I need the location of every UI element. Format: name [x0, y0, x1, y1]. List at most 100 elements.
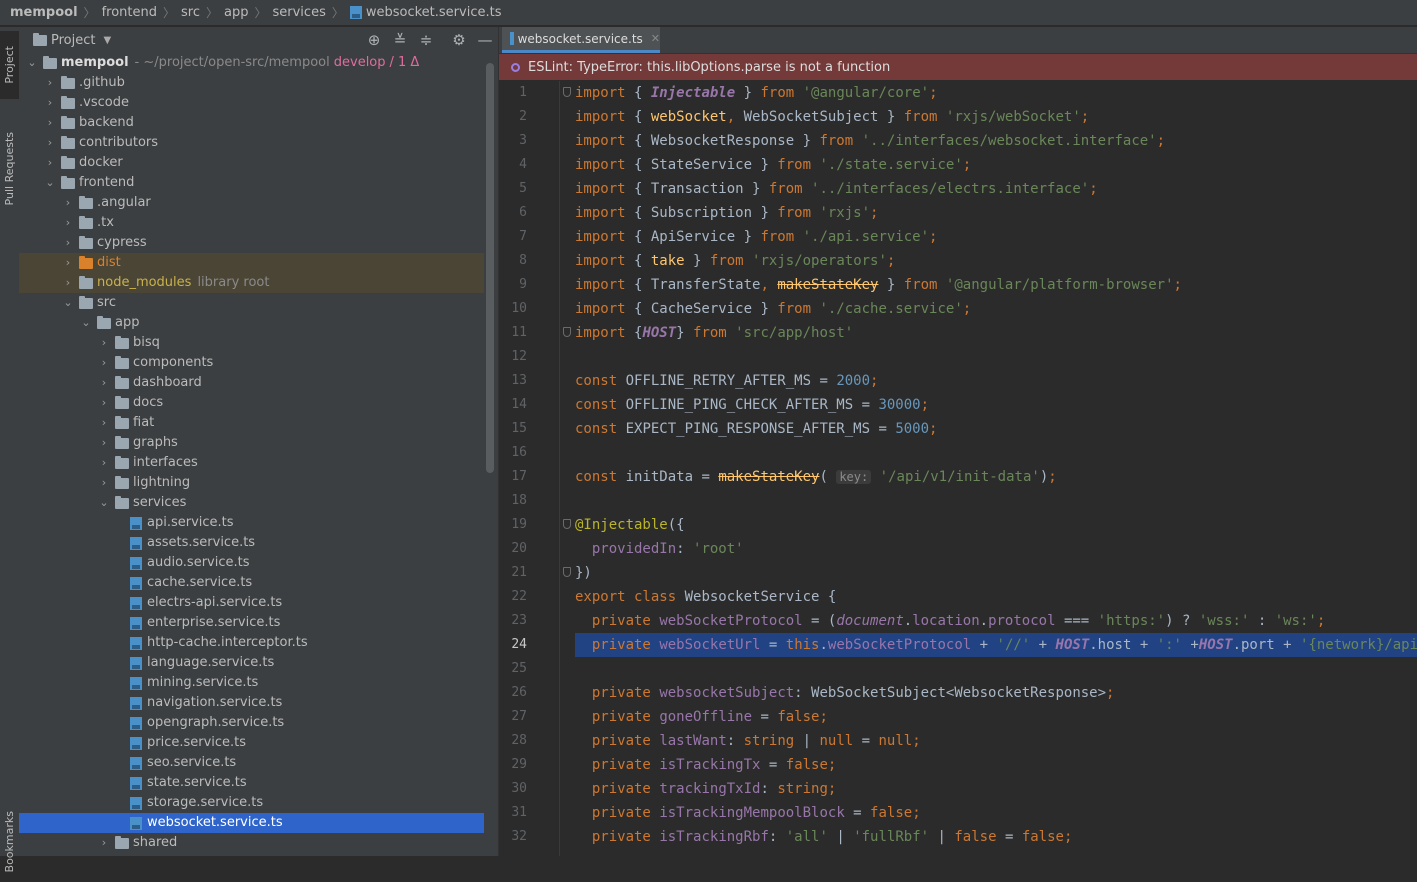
tool-tab-bookmarks[interactable]: Bookmarks: [0, 802, 19, 882]
chevron-right-icon[interactable]: ›: [61, 253, 75, 273]
line-number[interactable]: 10: [499, 297, 527, 321]
line-number[interactable]: 13: [499, 369, 527, 393]
breadcrumb-item-frontend[interactable]: frontend: [102, 5, 157, 20]
code-line[interactable]: 13 const OFFLINE_RETRY_AFTER_MS = 2000;: [499, 369, 1417, 393]
tree-folder-item[interactable]: › interfaces: [19, 453, 484, 473]
code-line[interactable]: 10 import { CacheService } from './cache.…: [499, 297, 1417, 321]
tree-folder-item[interactable]: ⌄ frontend: [19, 173, 484, 193]
line-number[interactable]: 12: [499, 345, 527, 369]
tree-root-mempool[interactable]: ⌄ mempool - ~/project/open-src/mempool d…: [19, 53, 484, 73]
chevron-right-icon[interactable]: ›: [61, 273, 75, 293]
code-line[interactable]: 14 const OFFLINE_PING_CHECK_AFTER_MS = 30…: [499, 393, 1417, 417]
chevron-down-icon[interactable]: ⌄: [97, 493, 111, 513]
tree-folder-item[interactable]: ⌄ services: [19, 493, 484, 513]
tree-folder-item[interactable]: › graphs: [19, 433, 484, 453]
line-number[interactable]: 11: [499, 321, 527, 345]
line-number[interactable]: 21: [499, 561, 527, 585]
code-line[interactable]: 5 import { Transaction } from '../interfa…: [499, 177, 1417, 201]
line-number[interactable]: 9: [499, 273, 527, 297]
tree-folder-item[interactable]: › dashboard: [19, 373, 484, 393]
tree-file-item[interactable]: seo.service.ts: [19, 753, 484, 773]
line-number[interactable]: 25: [499, 657, 527, 681]
code-line[interactable]: 24 private webSocketUrl = this.webSocket…: [499, 633, 1417, 657]
code-line[interactable]: 3 import { WebsocketResponse } from '../i…: [499, 129, 1417, 153]
breadcrumb-item-app[interactable]: app: [224, 5, 248, 20]
tree-folder-item[interactable]: › docs: [19, 393, 484, 413]
line-number[interactable]: 15: [499, 417, 527, 441]
code-line[interactable]: 26 private websocketSubject: WebSocketSu…: [499, 681, 1417, 705]
code-line[interactable]: 19 @Injectable({: [499, 513, 1417, 537]
tree-file-item[interactable]: navigation.service.ts: [19, 693, 484, 713]
tree-file-item[interactable]: electrs-api.service.ts: [19, 593, 484, 613]
tool-tab-project[interactable]: Project: [0, 31, 19, 99]
code-line[interactable]: 8 import { take } from 'rxjs/operators';: [499, 249, 1417, 273]
project-panel-title[interactable]: Project: [51, 33, 95, 48]
code-line[interactable]: 23 private webSocketProtocol = (document…: [499, 609, 1417, 633]
line-number[interactable]: 18: [499, 489, 527, 513]
chevron-right-icon[interactable]: ›: [97, 373, 111, 393]
tree-folder-item[interactable]: › .angular: [19, 193, 484, 213]
expand-all-icon[interactable]: ≚: [390, 30, 410, 50]
code-line[interactable]: 1 import { Injectable } from '@angular/co…: [499, 81, 1417, 105]
minimize-icon[interactable]: —: [475, 30, 495, 50]
code-line[interactable]: 2 import { webSocket, WebSocketSubject } …: [499, 105, 1417, 129]
code-line[interactable]: 21}): [499, 561, 1417, 585]
chevron-right-icon[interactable]: ›: [43, 113, 57, 133]
tree-folder-item[interactable]: › .github: [19, 73, 484, 93]
chevron-right-icon[interactable]: ›: [43, 73, 57, 93]
code-line[interactable]: 7 import { ApiService } from './api.servi…: [499, 225, 1417, 249]
line-number[interactable]: 26: [499, 681, 527, 705]
project-scrollbar[interactable]: [486, 63, 494, 473]
tree-file-item[interactable]: api.service.ts: [19, 513, 484, 533]
code-line[interactable]: 29 private isTrackingTx = false;: [499, 753, 1417, 777]
code-line[interactable]: 20 providedIn: 'root': [499, 537, 1417, 561]
gear-icon[interactable]: ⚙: [449, 30, 469, 50]
line-number[interactable]: 24: [499, 633, 527, 657]
tree-folder-item[interactable]: › node_modules library root: [19, 273, 484, 293]
code-line[interactable]: 11 import {HOST} from 'src/app/host': [499, 321, 1417, 345]
code-line[interactable]: 16: [499, 441, 1417, 465]
code-line[interactable]: 17 const initData = makeStateKey( key: '/…: [499, 465, 1417, 489]
line-number[interactable]: 22: [499, 585, 527, 609]
view-selector-chevron-down-icon[interactable]: ▼: [103, 35, 111, 46]
chevron-right-icon[interactable]: ›: [97, 413, 111, 433]
tree-folder-item[interactable]: › bisq: [19, 333, 484, 353]
tree-folder-item[interactable]: ⌄ app: [19, 313, 484, 333]
tree-file-item[interactable]: storage.service.ts: [19, 793, 484, 813]
code-line[interactable]: 27 private goneOffline = false;: [499, 705, 1417, 729]
code-line[interactable]: 12: [499, 345, 1417, 369]
tree-folder-item[interactable]: › dist: [19, 253, 484, 273]
breadcrumb-item-services[interactable]: services: [273, 5, 326, 20]
tree-file-item[interactable]: language.service.ts: [19, 653, 484, 673]
close-icon[interactable]: ✕: [651, 32, 660, 45]
tool-tab-pull-requests[interactable]: Pull Requests: [0, 109, 19, 229]
line-number[interactable]: 5: [499, 177, 527, 201]
code-line[interactable]: 4 import { StateService } from './state.s…: [499, 153, 1417, 177]
code-line[interactable]: 32 private isTrackingRbf: 'all' | 'fullR…: [499, 825, 1417, 849]
line-number[interactable]: 28: [499, 729, 527, 753]
chevron-down-icon[interactable]: ⌄: [79, 313, 93, 333]
tree-file-item[interactable]: state.service.ts: [19, 773, 484, 793]
fold-marker-icon[interactable]: [563, 87, 571, 97]
line-number[interactable]: 29: [499, 753, 527, 777]
tree-file-item[interactable]: http-cache.interceptor.ts: [19, 633, 484, 653]
fold-marker-icon[interactable]: [563, 567, 571, 577]
chevron-right-icon[interactable]: ›: [43, 93, 57, 113]
tree-file-item[interactable]: enterprise.service.ts: [19, 613, 484, 633]
code-line[interactable]: 22 export class WebsocketService {: [499, 585, 1417, 609]
chevron-right-icon[interactable]: ›: [61, 193, 75, 213]
tree-folder-item[interactable]: › lightning: [19, 473, 484, 493]
breadcrumb-item-mempool[interactable]: mempool: [10, 5, 78, 20]
line-number[interactable]: 1: [499, 81, 527, 105]
code-line[interactable]: 30 private trackingTxId: string;: [499, 777, 1417, 801]
tree-folder-item[interactable]: › fiat: [19, 413, 484, 433]
line-number[interactable]: 19: [499, 513, 527, 537]
chevron-right-icon[interactable]: ›: [97, 333, 111, 353]
code-line[interactable]: 25: [499, 657, 1417, 681]
line-number[interactable]: 31: [499, 801, 527, 825]
chevron-down-icon[interactable]: ⌄: [61, 293, 75, 313]
line-number[interactable]: 23: [499, 609, 527, 633]
chevron-right-icon[interactable]: ›: [43, 133, 57, 153]
line-number[interactable]: 27: [499, 705, 527, 729]
line-number[interactable]: 2: [499, 105, 527, 129]
